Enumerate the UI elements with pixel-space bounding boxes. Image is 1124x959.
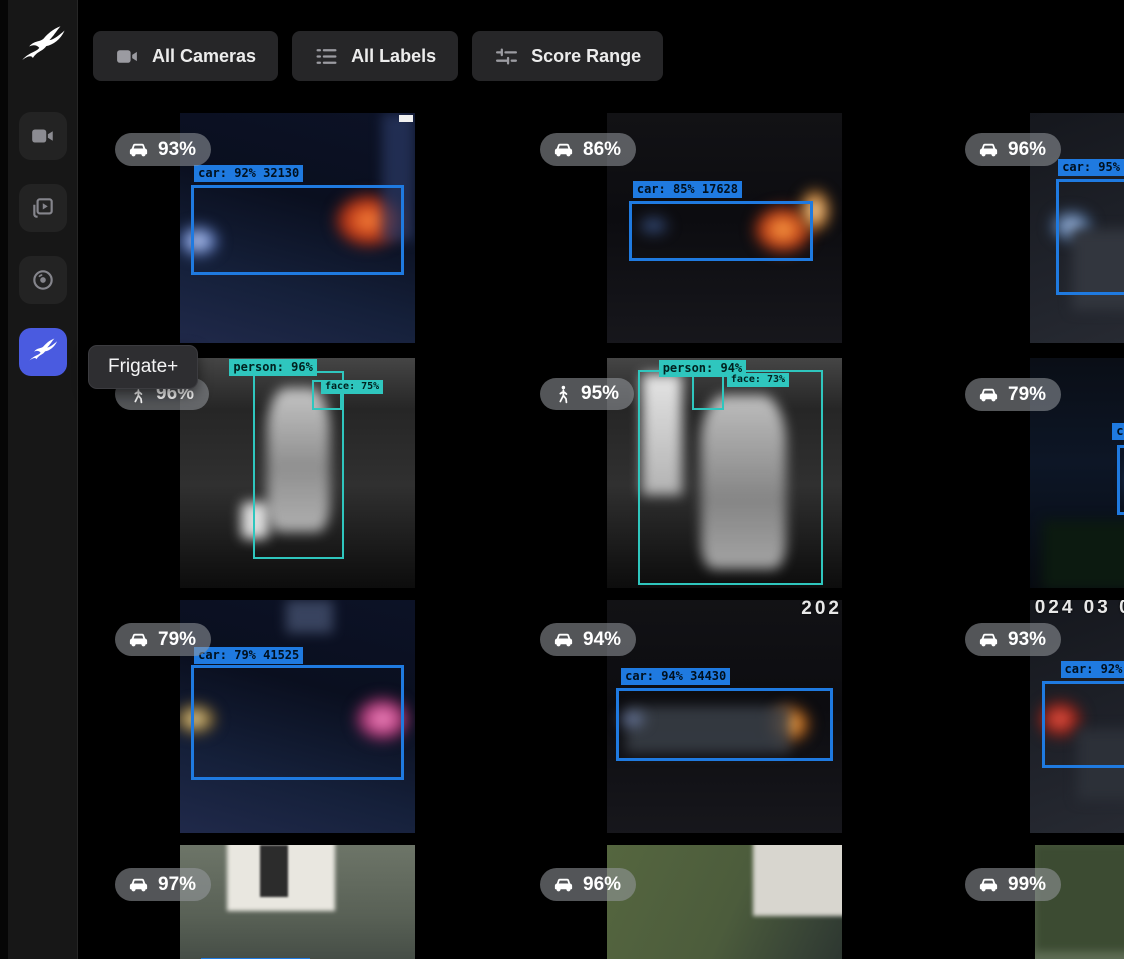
score-badge: 93%: [965, 623, 1061, 656]
car-icon: [977, 873, 1000, 896]
score-badge: 93%: [115, 133, 211, 166]
sidebar-item-review[interactable]: [19, 184, 67, 232]
score-value: 79%: [1008, 384, 1046, 406]
car-icon: [552, 138, 575, 161]
snapshot-cell[interactable]: car: 97% 40432 97%: [98, 833, 523, 959]
sidebar: [8, 0, 78, 959]
score-value: 79%: [158, 629, 196, 651]
snapshot-cell[interactable]: car: 85% 17628 86%: [523, 98, 948, 343]
all-labels-label: All Labels: [351, 46, 436, 67]
score-value: 93%: [1008, 629, 1046, 651]
score-value: 86%: [583, 139, 621, 161]
snapshot-cell[interactable]: car: 96% 29493 96%: [523, 833, 948, 959]
timestamp-fragment: 202: [801, 600, 842, 620]
score-value: 94%: [583, 629, 621, 651]
all-cameras-label: All Cameras: [152, 46, 256, 67]
bird-icon: [20, 24, 66, 70]
score-badge: 97%: [115, 868, 211, 901]
bird-icon: [28, 337, 58, 367]
detection-label: car: 95% 45260: [1058, 159, 1124, 176]
score-badge: 95%: [540, 378, 634, 410]
all-cameras-button[interactable]: All Cameras: [93, 31, 278, 81]
all-labels-button[interactable]: All Labels: [292, 31, 458, 81]
car-icon: [977, 383, 1000, 406]
score-badge: 99%: [965, 868, 1061, 901]
score-badge: 94%: [540, 623, 636, 656]
score-range-label: Score Range: [531, 46, 641, 67]
car-icon: [127, 873, 150, 896]
video-camera-icon: [30, 123, 56, 149]
timestamp-fragment: 024 03 0: [1035, 600, 1124, 619]
frigate-plus-tooltip: Frigate+: [88, 345, 198, 389]
detection-label: car: 79%: [1112, 423, 1124, 440]
detection-box: [629, 201, 812, 261]
score-badge: 86%: [540, 133, 636, 166]
detection-label: car: 92% 32130: [194, 165, 303, 182]
score-value: 96%: [583, 874, 621, 896]
score-value: 93%: [158, 139, 196, 161]
snapshot-cell[interactable]: person: 94% face: 73% 95%: [523, 343, 948, 588]
score-value: 99%: [1008, 874, 1046, 896]
snapshot-cell[interactable]: car: 79% 79%: [948, 343, 1124, 588]
face-label: face: 75%: [321, 380, 383, 394]
face-box: [692, 375, 725, 410]
frigate-logo: [20, 24, 66, 70]
snapshot-cell[interactable]: 024 03 0 car: 92% 4218 93%: [948, 588, 1124, 833]
video-camera-icon: [115, 44, 140, 69]
detection-box: [191, 665, 405, 780]
filter-toolbar: All Cameras All Labels Score Range: [93, 31, 663, 81]
sidebar-nav: [19, 112, 67, 376]
car-icon: [977, 628, 1000, 651]
car-icon: [552, 873, 575, 896]
car-icon: [977, 138, 1000, 161]
sidebar-item-export[interactable]: [19, 256, 67, 304]
score-value: 97%: [158, 874, 196, 896]
score-badge: 96%: [965, 133, 1061, 166]
window-edge: [0, 0, 8, 959]
detection-label: person: 96%: [229, 359, 316, 376]
detection-box: [1056, 179, 1124, 295]
score-badge: 79%: [115, 623, 211, 656]
face-label: face: 73%: [727, 373, 789, 387]
score-badge: 79%: [965, 378, 1061, 411]
list-icon: [314, 44, 339, 69]
detection-box: [1117, 445, 1124, 515]
score-range-button[interactable]: Score Range: [472, 31, 663, 81]
detection-label: car: 79% 41525: [194, 647, 303, 664]
sidebar-item-live[interactable]: [19, 112, 67, 160]
detection-box: [1042, 681, 1124, 768]
score-value: 96%: [1008, 139, 1046, 161]
detection-label: car: 94% 34430: [621, 668, 730, 685]
detection-label: car: 85% 17628: [633, 181, 742, 198]
snapshot-cell[interactable]: car: 95% 45260 96%: [948, 98, 1124, 343]
sidebar-item-frigate-plus[interactable]: [19, 328, 67, 376]
review-icon: [30, 195, 56, 221]
sliders-icon: [494, 44, 519, 69]
snapshot-cell[interactable]: car: 99% 25 99%: [948, 833, 1124, 959]
person-icon: [552, 384, 573, 405]
detection-box: [191, 185, 405, 275]
disc-icon: [30, 267, 56, 293]
snapshot-cell[interactable]: car: 79% 41525 79%: [98, 588, 523, 833]
detection-box: [638, 370, 824, 586]
detection-label: car: 92% 4218: [1061, 661, 1124, 678]
detection-box: [616, 688, 832, 761]
score-value: 95%: [581, 383, 619, 405]
snapshot-cell[interactable]: 202 car: 94% 34430 94%: [523, 588, 948, 833]
car-icon: [127, 628, 150, 651]
car-icon: [552, 628, 575, 651]
score-badge: 96%: [540, 868, 636, 901]
snapshot-cell[interactable]: car: 92% 32130 93%: [98, 98, 523, 343]
car-icon: [127, 138, 150, 161]
